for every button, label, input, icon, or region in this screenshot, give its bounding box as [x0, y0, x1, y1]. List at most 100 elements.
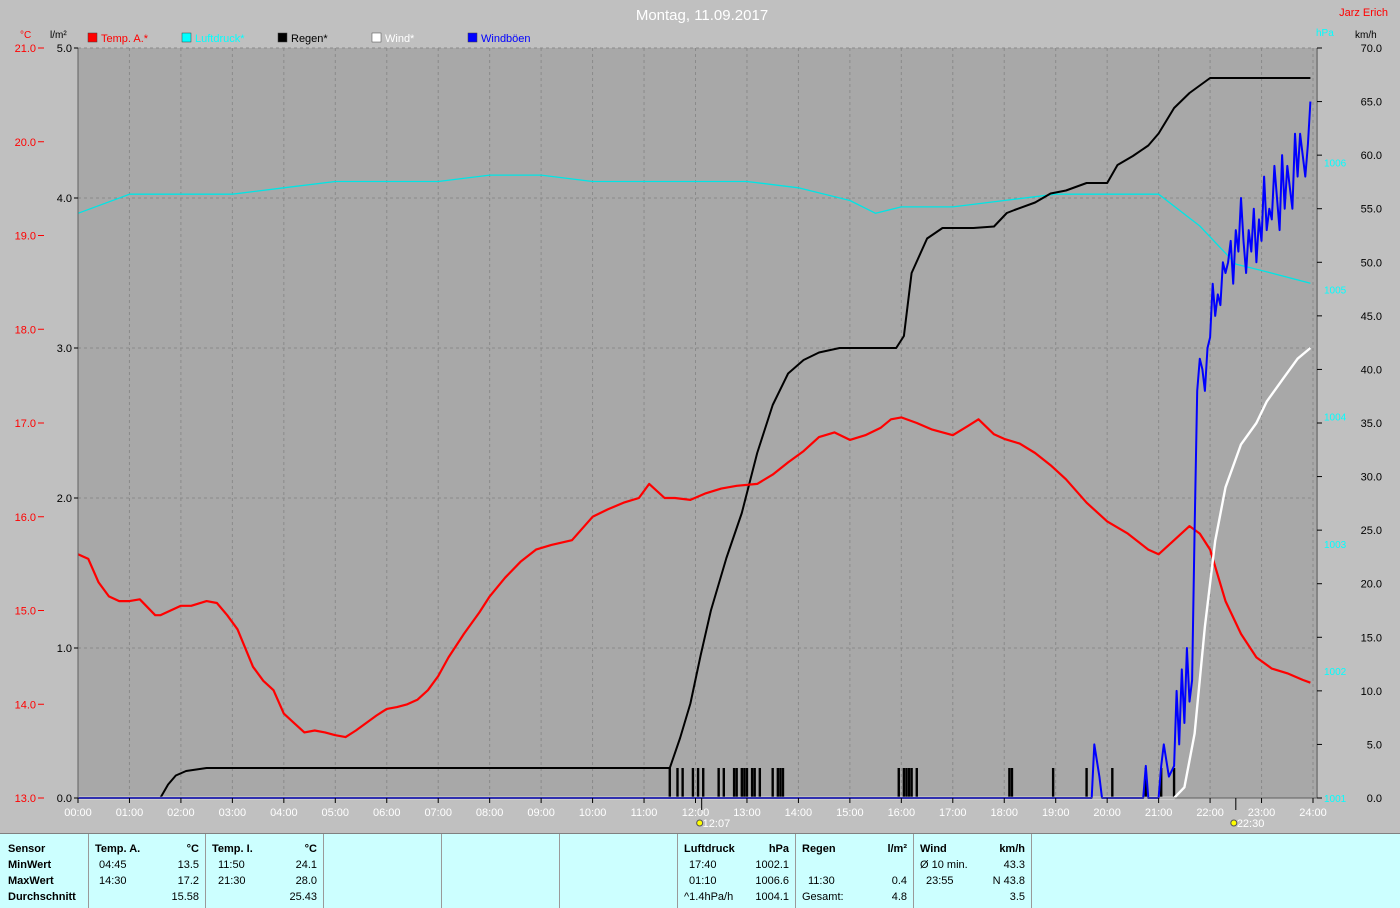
wind-column: Wind km/h Ø 10 min. 43.3 23:55 N 43.8 3.…: [914, 834, 1032, 908]
wind-tick-label: 25.0: [1361, 525, 1382, 537]
rain-event-bar: [1008, 768, 1011, 798]
wind-tick-label: 65.0: [1361, 97, 1382, 109]
time-tick-label: 02:00: [167, 807, 195, 819]
header-wind-unit: km/h: [999, 843, 1025, 855]
pressure-min-time: 17:40: [689, 859, 717, 871]
row-min-label: MinWert: [8, 859, 52, 871]
header-temp-i: Temp. I.: [212, 843, 253, 855]
rain-total-value: 4.8: [891, 891, 907, 903]
wind-max-value: N 43.8: [992, 875, 1025, 887]
wind-tick-label: 45.0: [1361, 311, 1382, 323]
temp-tick-label: 21.0: [15, 43, 36, 55]
wind-tick-label: 10.0: [1361, 686, 1382, 698]
header-temp-a-unit: °C: [186, 843, 199, 855]
wind-tick-label: 50.0: [1361, 257, 1382, 269]
time-tick-label: 16:00: [888, 807, 916, 819]
pressure-tick-label: 1003: [1324, 540, 1347, 551]
rain-event-bar: [915, 768, 918, 798]
temp-tick-label: 17.0: [15, 418, 36, 430]
rain-event-bar: [905, 768, 908, 798]
wind-axis-unit: km/h: [1355, 30, 1377, 41]
legend-label: Windböen: [481, 33, 531, 45]
rain-event-bar: [735, 768, 738, 798]
rain-event-bar: [771, 768, 774, 798]
wind-tick-label: 60.0: [1361, 150, 1382, 162]
time-tick-label: 15:00: [836, 807, 864, 819]
header-temp-i-unit: °C: [304, 843, 317, 855]
legend-label: Temp. A.*: [101, 33, 149, 45]
rain-event-bar: [722, 768, 726, 798]
rain-column: Regen l/m² 11:30 0.4 Gesamt: 4.8: [796, 834, 914, 908]
time-tick-label: 07:00: [424, 807, 452, 819]
rain-event-bar: [779, 768, 782, 798]
rain-event-bar: [781, 768, 785, 798]
station-name: Jarz Erich: [1339, 7, 1388, 19]
rain-event-bar: [702, 768, 705, 798]
time-tick-label: 17:00: [939, 807, 967, 819]
time-tick-label: 01:00: [116, 807, 144, 819]
pressure-column: Luftdruck hPa 17:40 1002.1 01:10 1006.6 …: [678, 834, 796, 908]
temp-i-max-time: 21:30: [218, 875, 246, 887]
time-tick-label: 03:00: [219, 807, 247, 819]
pressure-axis-unit: hPa: [1316, 28, 1334, 39]
time-tick-label: 06:00: [373, 807, 401, 819]
rain-event-bar: [750, 768, 754, 798]
legend-swatch: [87, 32, 98, 43]
temp-a-max-value: 17.2: [177, 875, 199, 887]
chart-title: Montag, 11.09.2017: [636, 7, 768, 24]
weather-chart: 21.0 20.0 19.0 18.0 17.0 16.0 15.0 14.0 13.0 5.0 4…: [0, 0, 1400, 833]
temp-tick-label: 14.0: [15, 699, 36, 711]
temp-a-min-time: 04:45: [99, 859, 127, 871]
rain-event-bar: [696, 768, 700, 798]
empty-column-3: [560, 834, 678, 908]
row-max-label: MaxWert: [8, 875, 54, 887]
temp-tick-label: 19.0: [15, 231, 36, 243]
legend-label: Luftdruck*: [195, 33, 245, 45]
plot-area: [78, 48, 1318, 798]
pressure-tick-label: 1006: [1324, 158, 1347, 169]
rain-event-bar: [668, 768, 671, 798]
time-tick-label: 05:00: [322, 807, 350, 819]
rain-tick-label: 5.0: [57, 43, 72, 55]
rain-event-bar: [691, 768, 695, 798]
summary-table: Sensor MinWert MaxWert Durchschnitt Temp…: [0, 833, 1400, 908]
wind-tick-label: 35.0: [1361, 418, 1382, 430]
rain-tick-label: 0.0: [57, 793, 72, 805]
legend-swatch: [181, 32, 192, 43]
temp-a-max-time: 14:30: [99, 875, 127, 887]
rain-tick-label: 2.0: [57, 493, 72, 505]
header-wind: Wind: [920, 843, 947, 855]
time-tick-label: 24:00: [1299, 807, 1327, 819]
header-rain-unit: l/m²: [887, 843, 907, 855]
pressure-max-time: 01:10: [689, 875, 717, 887]
temp-i-avg-value: 25.43: [289, 891, 317, 903]
wind-tick-label: 40.0: [1361, 364, 1382, 376]
rain-event-bar: [717, 768, 720, 798]
header-pressure: Luftdruck: [684, 843, 735, 855]
temp-i-max-value: 28.0: [295, 875, 317, 887]
pressure-tick-label: 1004: [1324, 413, 1347, 424]
pressure-trend: ^1.4hPa/h: [684, 891, 734, 903]
header-temp-a: Temp. A.: [95, 843, 141, 855]
temp-a-column: Temp. A. °C 04:45 13.5 14:30 17.2 15.58: [89, 834, 206, 908]
rain-event-bar: [743, 768, 746, 798]
wind-mean-value: 3.5: [1009, 891, 1025, 903]
wind-tick-label: 30.0: [1361, 472, 1382, 484]
empty-column-1: [324, 834, 442, 908]
rain-tick-label: 1.0: [57, 643, 72, 655]
header-sensor: Sensor: [8, 843, 46, 855]
wind-max-time: 23:55: [926, 875, 954, 887]
wind-avg-value: 43.3: [1003, 859, 1025, 871]
pressure-tick-label: 1001: [1324, 794, 1347, 805]
time-tick-label: 04:00: [270, 807, 298, 819]
rain-event-bar: [907, 768, 911, 798]
time-tick-label: 19:00: [1042, 807, 1070, 819]
rain-tick-label: 3.0: [57, 343, 72, 355]
wind-tick-label: 5.0: [1367, 739, 1382, 751]
rain-max-value: 0.4: [891, 875, 907, 887]
rain-event-bar: [1172, 768, 1176, 798]
pressure-max-value: 1006.6: [755, 875, 789, 887]
rain-event-bar: [676, 768, 679, 798]
rain-event-bar: [1111, 768, 1114, 798]
rain-event-bar: [745, 768, 749, 798]
